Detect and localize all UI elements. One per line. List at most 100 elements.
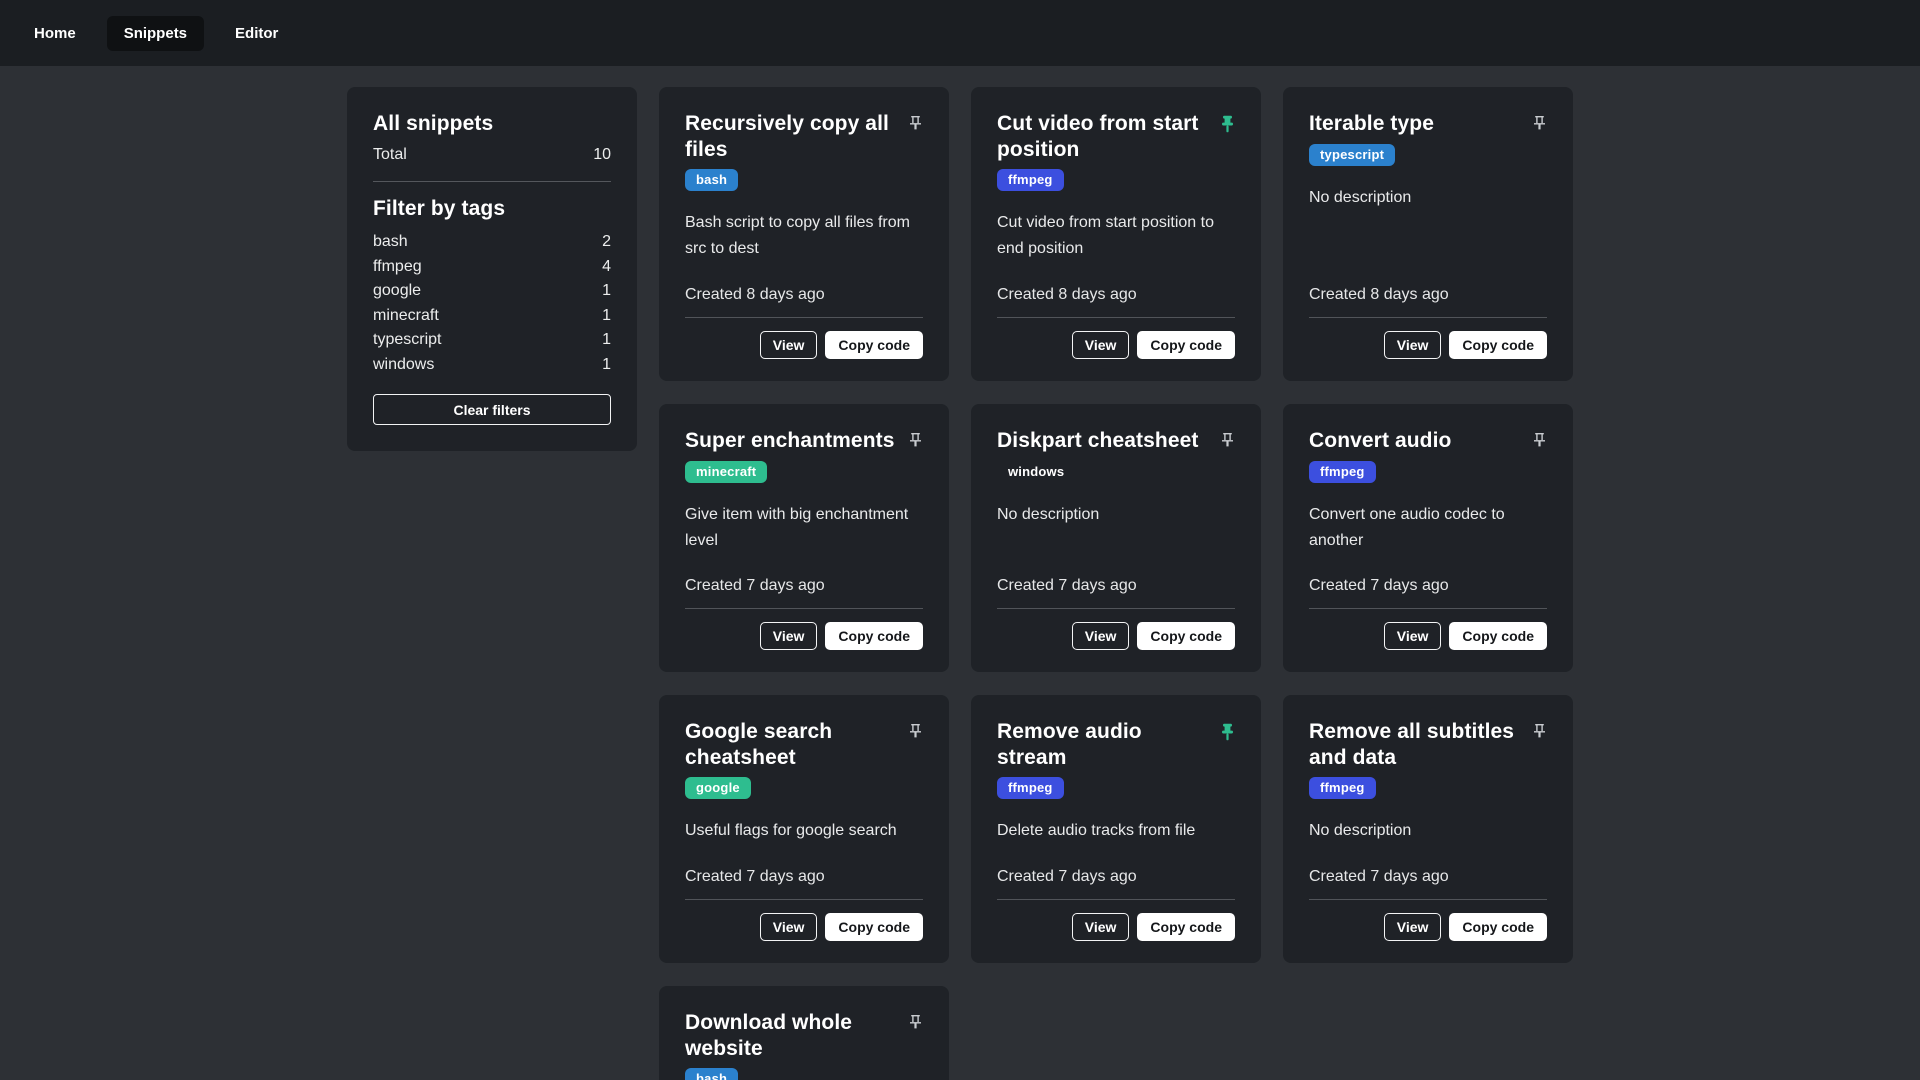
tag-badge-ffmpeg: ffmpeg bbox=[1309, 777, 1376, 799]
snippet-title: Cut video from start position bbox=[997, 111, 1212, 162]
tag-badges: ffmpeg bbox=[997, 777, 1235, 799]
view-button[interactable]: View bbox=[1072, 331, 1130, 359]
created-date: Created 8 days ago bbox=[685, 286, 923, 317]
all-snippets-heading: All snippets bbox=[373, 112, 611, 136]
tag-count: 1 bbox=[602, 353, 611, 378]
card-header: Recursively copy all files bbox=[685, 111, 923, 162]
copy-code-button[interactable]: Copy code bbox=[1137, 622, 1235, 650]
tag-filter-windows[interactable]: windows1 bbox=[373, 353, 611, 378]
snippet-description: Bash script to copy all files from src t… bbox=[685, 210, 923, 262]
tag-badges: ffmpeg bbox=[1309, 777, 1547, 799]
pin-icon[interactable] bbox=[1532, 115, 1547, 134]
tag-badge-typescript: typescript bbox=[1309, 144, 1395, 166]
view-button[interactable]: View bbox=[1072, 622, 1130, 650]
pin-icon[interactable] bbox=[1532, 432, 1547, 451]
tag-filter-google[interactable]: google 1 bbox=[373, 279, 611, 304]
card-header: Iterable type bbox=[1309, 111, 1547, 137]
nav-items: Home Snippets Editor bbox=[17, 16, 295, 51]
card-footer: View Copy code bbox=[997, 318, 1235, 359]
tag-badges: google bbox=[685, 777, 923, 799]
view-button[interactable]: View bbox=[760, 913, 818, 941]
copy-code-button[interactable]: Copy code bbox=[1449, 331, 1547, 359]
card-header: Download whole website bbox=[685, 1010, 923, 1061]
copy-code-button[interactable]: Copy code bbox=[1449, 913, 1547, 941]
tag-badge-bash: bash bbox=[685, 169, 738, 191]
view-button[interactable]: View bbox=[1384, 331, 1442, 359]
tag-count: 1 bbox=[602, 304, 611, 329]
tag-badges: bash bbox=[685, 169, 923, 191]
pin-icon[interactable] bbox=[908, 432, 923, 451]
snippet-title: Remove audio stream bbox=[997, 719, 1212, 770]
total-value: 10 bbox=[593, 146, 611, 164]
tag-filter-ffmpeg[interactable]: ffmpeg4 bbox=[373, 255, 611, 280]
card-footer: View Copy code bbox=[685, 609, 923, 650]
card-header: Diskpart cheatsheet bbox=[997, 428, 1235, 454]
sidebar-divider bbox=[373, 181, 611, 182]
pin-icon[interactable] bbox=[1220, 115, 1235, 134]
card-footer: View Copy code bbox=[1309, 609, 1547, 650]
card-footer: View Copy code bbox=[685, 318, 923, 359]
card-header: Remove all subtitles and data bbox=[1309, 719, 1547, 770]
card-footer: View Copy code bbox=[997, 609, 1235, 650]
nav-item-snippets[interactable]: Snippets bbox=[107, 16, 204, 51]
tag-badge-ffmpeg: ffmpeg bbox=[997, 777, 1064, 799]
snippet-card: Diskpart cheatsheet bbox=[971, 404, 1261, 672]
tag-count: 1 bbox=[602, 328, 611, 353]
nav-item-editor[interactable]: Editor bbox=[218, 16, 295, 51]
card-header: Remove audio stream bbox=[997, 719, 1235, 770]
pin-icon[interactable] bbox=[1220, 432, 1235, 451]
snippet-card: Super enchantments bbox=[659, 404, 949, 672]
total-label: Total bbox=[373, 146, 407, 164]
snippet-title: Recursively copy all files bbox=[685, 111, 900, 162]
snippet-description: Delete audio tracks from file bbox=[997, 818, 1235, 844]
view-button[interactable]: View bbox=[760, 331, 818, 359]
nav-item-home[interactable]: Home bbox=[17, 16, 93, 51]
card-header: Google search cheatsheet bbox=[685, 719, 923, 770]
snippet-title: Download whole website bbox=[685, 1010, 900, 1061]
tag-badge-bash: bash bbox=[685, 1068, 738, 1080]
tag-name: typescript bbox=[373, 328, 441, 353]
pin-icon[interactable] bbox=[908, 115, 923, 134]
snippet-title: Remove all subtitles and data bbox=[1309, 719, 1524, 770]
created-date: Created 7 days ago bbox=[997, 577, 1235, 608]
tag-name: google bbox=[373, 279, 421, 304]
card-header: Convert audio bbox=[1309, 428, 1547, 454]
pin-icon[interactable] bbox=[908, 1014, 923, 1033]
view-button[interactable]: View bbox=[1384, 913, 1442, 941]
created-date: Created 8 days ago bbox=[997, 286, 1235, 317]
created-date: Created 7 days ago bbox=[685, 868, 923, 899]
copy-code-button[interactable]: Copy code bbox=[825, 331, 923, 359]
tag-badges: windows bbox=[997, 461, 1235, 483]
total-row: Total 10 bbox=[373, 146, 611, 164]
snippet-card: Remove audio stream bbox=[971, 695, 1261, 963]
snippet-description: Give item with big enchantment level bbox=[685, 502, 923, 554]
snippet-title: Diskpart cheatsheet bbox=[997, 428, 1198, 454]
copy-code-button[interactable]: Copy code bbox=[1137, 331, 1235, 359]
tag-name: minecraft bbox=[373, 304, 439, 329]
copy-code-button[interactable]: Copy code bbox=[1137, 913, 1235, 941]
tag-filter-minecraft[interactable]: minecraft 1 bbox=[373, 304, 611, 329]
tag-count: 1 bbox=[602, 279, 611, 304]
tag-badges: ffmpeg bbox=[997, 169, 1235, 191]
pin-icon[interactable] bbox=[1532, 723, 1547, 742]
created-date: Created 7 days ago bbox=[685, 577, 923, 608]
tag-filter-typescript[interactable]: typescript 1 bbox=[373, 328, 611, 353]
tag-badge-minecraft: minecraft bbox=[685, 461, 767, 483]
snippet-title: Convert audio bbox=[1309, 428, 1451, 454]
card-footer: View Copy code bbox=[1309, 900, 1547, 941]
tag-filter-bash[interactable]: bash2 bbox=[373, 230, 611, 255]
copy-code-button[interactable]: Copy code bbox=[825, 913, 923, 941]
pin-icon[interactable] bbox=[1220, 723, 1235, 742]
pin-icon[interactable] bbox=[908, 723, 923, 742]
snippet-title: Iterable type bbox=[1309, 111, 1434, 137]
view-button[interactable]: View bbox=[760, 622, 818, 650]
snippet-card: Cut video from start position bbox=[971, 87, 1261, 381]
tag-badge-google: google bbox=[685, 777, 751, 799]
clear-filters-button[interactable]: Clear filters bbox=[373, 394, 611, 425]
copy-code-button[interactable]: Copy code bbox=[1449, 622, 1547, 650]
copy-code-button[interactable]: Copy code bbox=[825, 622, 923, 650]
view-button[interactable]: View bbox=[1072, 913, 1130, 941]
navbar: Home Snippets Editor bbox=[0, 0, 1920, 66]
snippet-card: Google search cheatsheet bbox=[659, 695, 949, 963]
view-button[interactable]: View bbox=[1384, 622, 1442, 650]
